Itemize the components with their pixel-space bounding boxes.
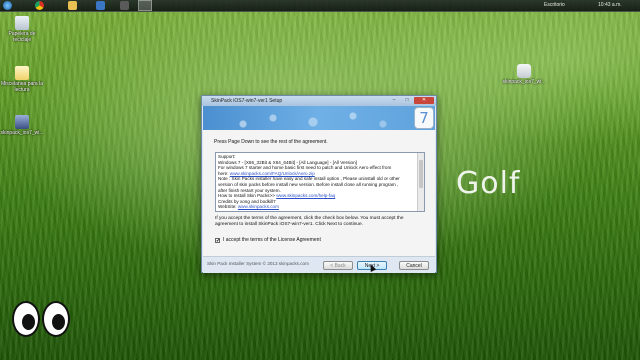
close-button[interactable]: ✕	[414, 97, 434, 104]
instruction-text: Press Page Down to see the rest of the a…	[214, 139, 328, 145]
maximize-button[interactable]: □	[401, 97, 413, 104]
license-lines: Support: Windows 7 - [X86_32Bit & X64_64…	[218, 154, 416, 210]
license-line: version of skin packs before install new…	[218, 181, 399, 187]
installer-icon	[517, 64, 531, 78]
desktop-icon-label: skinpack_ios7_wi...	[0, 130, 44, 136]
tray-clock[interactable]: 10:43 a.m.	[598, 0, 622, 11]
dialog-footer: Skin Pack Installer System © 2013 skinpa…	[203, 256, 435, 273]
app-icon[interactable]	[120, 1, 129, 10]
cancel-button[interactable]: Cancel	[399, 261, 429, 270]
help-faq-link[interactable]: www.skinpacks.com/help-faq	[276, 193, 335, 198]
desktop-icon-skinpack-left[interactable]: skinpack_ios7_wi...	[0, 115, 44, 136]
website-link[interactable]: www.skinpacks.com	[238, 204, 279, 209]
desktop-icon-skinpack-right[interactable]: skinpack_ios7_wi...	[502, 64, 546, 85]
aero-unlock-link[interactable]: www.skinpacks.com/FAQ/Unlock/Aero.zip	[230, 171, 315, 176]
folder-icon[interactable]	[68, 1, 77, 10]
tray-desktop-label[interactable]: Escritorio	[544, 0, 565, 11]
desktop-icon-label: Papelera de reciclaje	[8, 31, 36, 43]
license-line: WebSite: www.skinpacks.com	[218, 204, 416, 210]
installer-icon	[15, 115, 29, 129]
minimize-button[interactable]: –	[388, 97, 400, 104]
taskbar: Escritorio 10:43 a.m.	[0, 0, 640, 12]
agree-instructions: If you accept the terms of the agreement…	[215, 216, 404, 227]
desktop-icon-document[interactable]: Miscelanea para la lectura	[0, 66, 44, 93]
license-scrollbar[interactable]	[417, 153, 424, 211]
dialog-title: SkinPack iOS7-win7-ver1 Setup	[211, 98, 283, 104]
accept-checkbox[interactable]: ✔	[215, 238, 220, 244]
dialog-body: Press Page Down to see the rest of the a…	[203, 130, 435, 256]
media-player-icon[interactable]	[96, 1, 105, 10]
setup-dialog: SkinPack iOS7-win7-ver1 Setup – □ ✕ 7 Pr…	[201, 95, 437, 273]
dialog-titlebar[interactable]: SkinPack iOS7-win7-ver1 Setup – □ ✕	[202, 96, 436, 106]
license-line-text: WebSite:	[218, 204, 238, 210]
pupil-icon	[22, 314, 35, 330]
document-icon	[15, 66, 29, 80]
wallpaper-golf-text: Golf	[456, 166, 521, 201]
eyes-logo-right-icon	[42, 301, 70, 337]
chrome-icon[interactable]	[35, 1, 44, 10]
eyes-logo-left-icon	[12, 301, 40, 337]
license-line-text: How to Install Skin Packs>>	[218, 193, 277, 199]
license-line-text: here:	[218, 170, 230, 176]
dialog-banner: 7	[203, 106, 435, 130]
ios7-logo-icon: 7	[414, 107, 434, 129]
accept-checkbox-label[interactable]: I accept the terms of the License Agreem…	[223, 237, 321, 243]
scrollbar-thumb[interactable]	[419, 160, 423, 188]
license-textbox[interactable]: Support: Windows 7 - [X86_32Bit & X64_64…	[215, 152, 425, 212]
desktop-icon-label: skinpack_ios7_wi...	[502, 79, 546, 85]
pupil-icon	[52, 314, 65, 330]
back-button[interactable]: < Back	[323, 261, 353, 270]
desktop-icon-label: Miscelanea para la lectura	[1, 81, 43, 93]
desktop-icon-recycle-bin[interactable]: Papelera de reciclaje	[0, 16, 44, 43]
recycle-bin-icon	[15, 16, 29, 30]
installer-branding: Skin Pack Installer System © 2013 skinpa…	[207, 261, 309, 266]
taskbar-active-app[interactable]	[138, 0, 152, 11]
start-button[interactable]	[3, 1, 12, 10]
